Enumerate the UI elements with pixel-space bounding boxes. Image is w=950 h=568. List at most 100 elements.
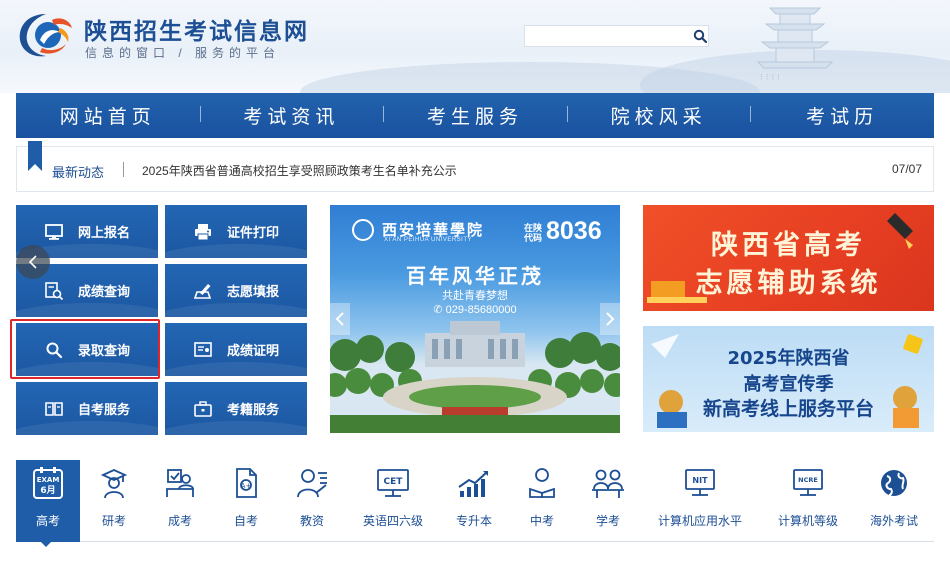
banner-prev-button[interactable] <box>330 303 350 335</box>
ncre-monitor-icon: NCRE <box>791 466 825 500</box>
news-date: 07/07 <box>891 162 922 176</box>
monitor-icon <box>44 222 64 242</box>
banner-slogan: 百年风华正茂 <box>406 264 544 288</box>
nit-monitor-icon: NIT <box>683 466 717 500</box>
service-application-fill-button[interactable]: 志愿填报 <box>165 264 307 317</box>
category-label: 计算机应用水平 <box>657 514 742 528</box>
exam-badge-bottom: 6月 <box>40 485 55 496</box>
exam-calendar-icon: EXAM 6月 <box>31 466 65 500</box>
service-admission-query-button[interactable]: 录取查询 <box>16 323 158 376</box>
service-label: 成绩证明 <box>226 343 279 358</box>
search-button[interactable] <box>692 26 708 46</box>
ad-promotion-season[interactable]: 2025年陕西省 高考宣传季 新高考线上服务平台 <box>643 326 934 432</box>
banner-school-name-en: XI'AN PEIHUA UNIVERSITY <box>384 237 472 243</box>
site-logo-icon[interactable] <box>16 10 74 60</box>
category-zhongkao[interactable]: 中考 <box>510 460 574 542</box>
cet-badge: CET <box>384 477 404 487</box>
search-icon <box>44 340 64 360</box>
service-score-certificate-button[interactable]: 成绩证明 <box>165 323 307 376</box>
main-nav: 网站首页 考试资讯 考生服务 院校风采 考试历 <box>16 93 934 138</box>
search-box <box>524 25 709 47</box>
printer-icon <box>193 222 213 242</box>
chevron-left-icon <box>335 312 344 326</box>
nit-badge: NIT <box>692 476 708 485</box>
category-chengkao[interactable]: 成考 <box>148 460 212 542</box>
ad1-line1: 陕西省高考 <box>711 230 866 261</box>
category-ncre[interactable]: NCRE 计算机等级 <box>772 460 844 542</box>
ad2-line2: 高考宣传季 <box>743 374 834 395</box>
category-label: 成考 <box>167 514 192 528</box>
category-gaokao[interactable]: EXAM 6月 高考 <box>16 460 80 542</box>
banner-code-label: 在陕代码 <box>524 223 543 243</box>
news-divider <box>123 162 124 177</box>
ad-volunteer-system[interactable]: 陕西省高考 志愿辅助系统 <box>643 205 934 311</box>
category-nit[interactable]: NIT 计算机应用水平 <box>652 460 748 542</box>
site-header: 陕西招生考试信息网 信息的窗口 / 服务的平台 ⁝ ⁝ ⁝ ⁝ <box>0 0 950 93</box>
exam-category-bar: EXAM 6月 高考 研考 成考 A+ 自考 教资 CET 英语四六级 专升本 … <box>16 460 934 542</box>
banner-code: 8036 <box>546 217 602 245</box>
category-jiaozi[interactable]: 教资 <box>280 460 344 542</box>
carousel-banner[interactable]: 西安培華學院 XI'AN PEIHUA UNIVERSITY 在陕代码 8036… <box>330 205 620 433</box>
service-label: 自考服务 <box>77 402 130 417</box>
news-label: 最新动态 <box>52 165 105 180</box>
news-headline-link[interactable]: 2025年陕西省普通高校招生享受照顾政策考生名单补充公示 <box>142 162 457 179</box>
ad2-line3: 新高考线上服务平台 <box>702 398 874 420</box>
category-label: 自考 <box>233 514 258 528</box>
service-label: 证件打印 <box>226 225 279 240</box>
school-logo-icon <box>352 219 374 241</box>
service-label: 网上报名 <box>77 225 130 240</box>
left-carousel-button[interactable] <box>16 245 50 279</box>
active-category-indicator <box>40 541 52 547</box>
nav-item-colleges[interactable]: 院校风采 <box>566 102 751 129</box>
nav-item-exam-calendar[interactable]: 考试历 <box>750 102 934 129</box>
exam-badge-top: EXAM <box>37 476 60 484</box>
students-desk-icon <box>591 466 625 500</box>
service-student-record-button[interactable]: 考籍服务 <box>165 382 307 435</box>
category-label: 教资 <box>299 514 324 528</box>
ad2-line1: 2025年陕西省 <box>727 348 850 369</box>
score-search-icon <box>44 281 64 301</box>
category-label: 英语四六级 <box>362 514 423 528</box>
book-icon <box>44 399 64 419</box>
site-title: 陕西招生考试信息网 <box>84 19 309 45</box>
category-zikao[interactable]: A+ 自考 <box>214 460 278 542</box>
cet-icon: CET <box>376 466 410 500</box>
pagoda-decor-icon: ⁝ ⁝ ⁝ ⁝ <box>756 7 834 83</box>
campus-scene-icon <box>330 321 620 433</box>
category-zhuanshengben[interactable]: 专升本 <box>442 460 506 542</box>
teacher-icon <box>295 466 329 500</box>
ncre-badge: NCRE <box>798 476 818 484</box>
category-label: 学考 <box>595 514 620 528</box>
form-pen-icon <box>193 281 213 301</box>
search-icon <box>693 29 707 43</box>
service-self-exam-button[interactable]: 自考服务 <box>16 382 158 435</box>
self-study-doc-icon: A+ <box>229 466 263 500</box>
nav-item-student-service[interactable]: 考生服务 <box>383 102 567 129</box>
growth-chart-icon <box>457 466 491 500</box>
ad1-line2: 志愿辅助系统 <box>695 268 882 299</box>
category-overseas[interactable]: 海外考试 <box>862 460 926 542</box>
category-yankao[interactable]: 研考 <box>82 460 146 542</box>
svg-text:A+: A+ <box>241 482 252 490</box>
banner-next-button[interactable] <box>600 303 620 335</box>
chevron-left-icon <box>28 255 37 269</box>
service-label: 成绩查询 <box>77 284 130 299</box>
service-label: 录取查询 <box>77 343 130 358</box>
category-label: 专升本 <box>455 514 492 528</box>
checklist-person-icon <box>163 466 197 500</box>
chevron-right-icon <box>606 312 615 326</box>
category-label: 高考 <box>35 514 60 528</box>
globe-icon <box>877 466 911 500</box>
nav-item-home[interactable]: 网站首页 <box>16 102 200 129</box>
category-label: 海外考试 <box>869 514 918 528</box>
category-xuekao[interactable]: 学考 <box>576 460 640 542</box>
category-label: 中考 <box>529 514 554 528</box>
nav-item-exam-news[interactable]: 考试资讯 <box>199 102 384 129</box>
category-cet[interactable]: CET 英语四六级 <box>354 460 432 542</box>
category-label: 研考 <box>101 514 126 528</box>
search-input[interactable] <box>525 26 692 46</box>
banner-subtitle: 共赴青春梦想 <box>442 290 508 302</box>
briefcase-icon <box>193 399 213 419</box>
service-cert-print-button[interactable]: 证件打印 <box>165 205 307 258</box>
pagoda-decor-text: ⁝ ⁝ ⁝ ⁝ <box>760 73 780 83</box>
